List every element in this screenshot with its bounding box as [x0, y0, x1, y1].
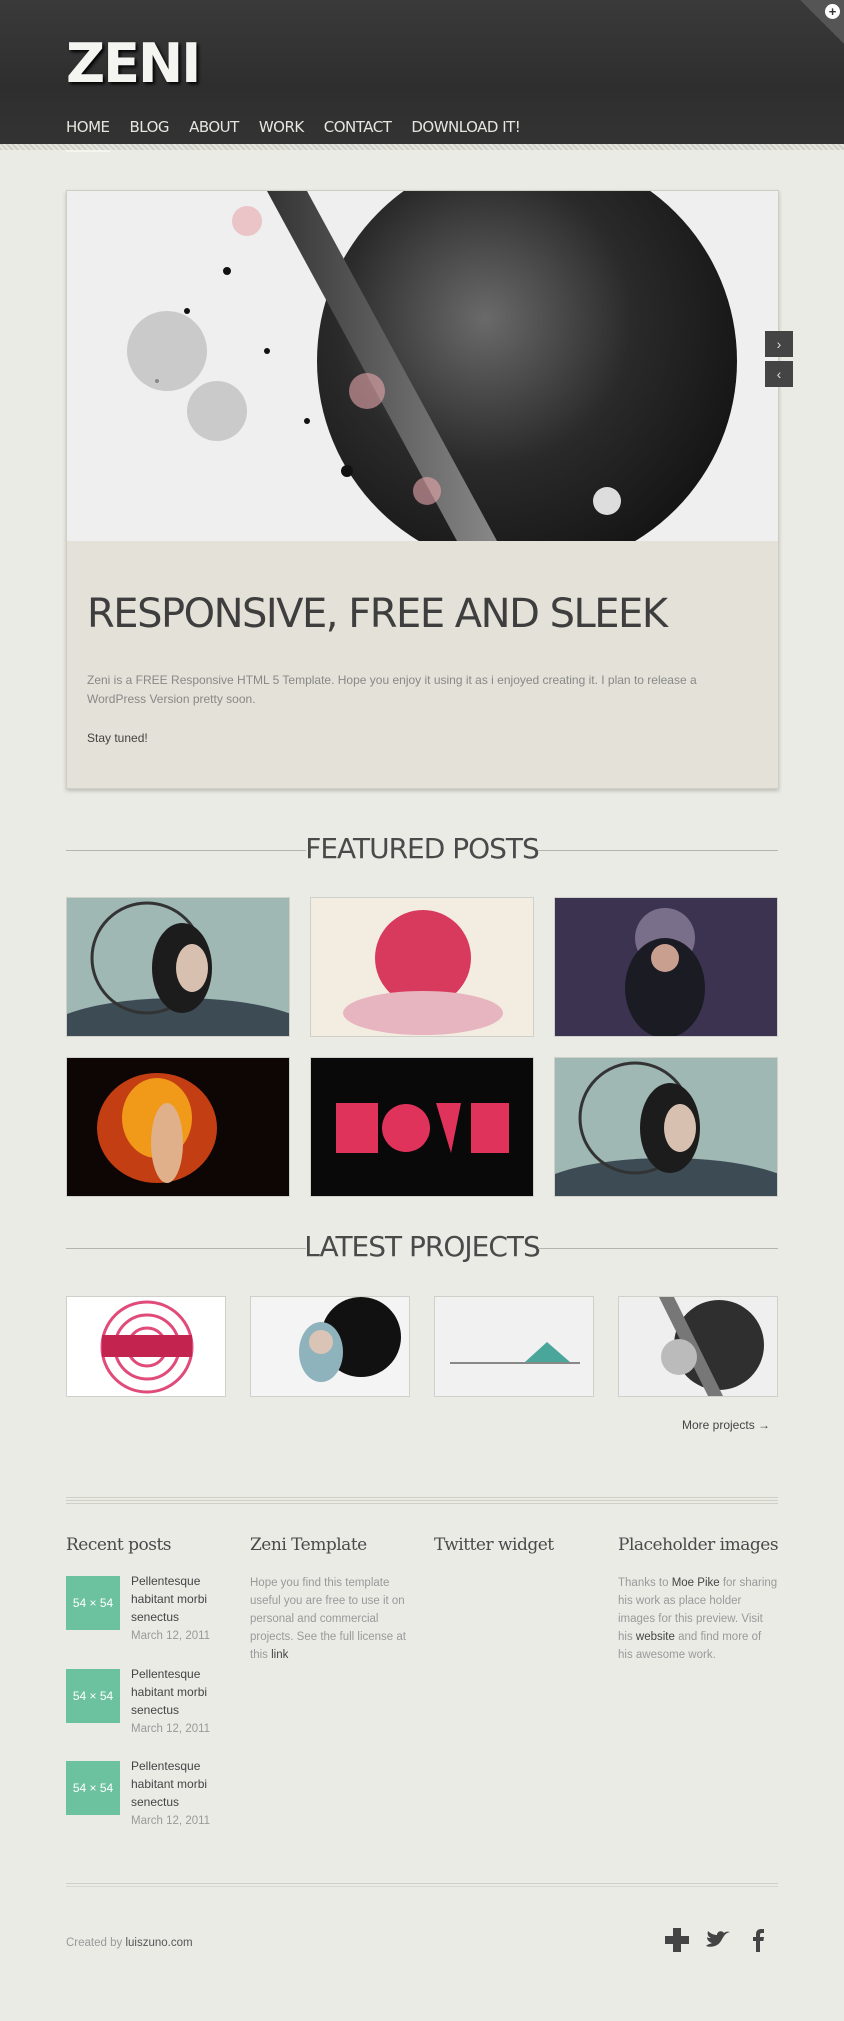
projects-heading: LATEST PROJECTS: [66, 1228, 778, 1268]
project-thumb[interactable]: [434, 1296, 594, 1397]
project-thumb[interactable]: [618, 1296, 778, 1397]
hero-tagline: Stay tuned!: [87, 731, 148, 745]
twitter-bird-icon[interactable]: [704, 1926, 732, 1954]
footer-divider-line: [66, 1886, 778, 1887]
featured-thumb[interactable]: [66, 1057, 290, 1197]
post-date: March 12, 2011: [131, 1815, 211, 1827]
main-nav: HOME BLOG ABOUT WORK CONTACT DOWNLOAD IT…: [66, 118, 521, 152]
featured-heading: FEATURED POSTS: [66, 830, 778, 870]
recent-posts-title: Recent posts: [66, 1535, 172, 1555]
post-title-link[interactable]: Pellentesque habitant morbi senectus: [131, 1665, 221, 1719]
hero-title: RESPONSIVE, FREE AND SLEEK: [87, 591, 668, 637]
featured-thumb[interactable]: [66, 897, 290, 1037]
featured-thumb[interactable]: [554, 1057, 778, 1197]
post-date: March 12, 2011: [131, 1723, 211, 1735]
zeni-template-title: Zeni Template: [250, 1535, 367, 1555]
slider-prev-button[interactable]: ‹: [765, 361, 793, 387]
featured-thumb[interactable]: [310, 897, 534, 1037]
project-thumb[interactable]: [66, 1296, 226, 1397]
featured-title: FEATURED POSTS: [305, 832, 540, 865]
template-description: Hope you find this template useful you a…: [250, 1574, 410, 1664]
chevron-right-icon: ›: [776, 336, 782, 352]
hero-image: [67, 191, 778, 541]
post-thumbnail[interactable]: 54 × 54: [66, 1669, 120, 1723]
plus-icon[interactable]: [663, 1926, 691, 1954]
placeholder-images-title: Placeholder images: [618, 1535, 779, 1555]
license-link[interactable]: link: [271, 1649, 288, 1661]
hero-text: Zeni is a FREE Responsive HTML 5 Templat…: [87, 673, 697, 706]
project-thumb[interactable]: [250, 1296, 410, 1397]
twitter-widget-title: Twitter widget: [434, 1535, 554, 1555]
facebook-icon[interactable]: [744, 1926, 772, 1954]
nav-download[interactable]: DOWNLOAD IT!: [411, 118, 520, 136]
post-title-link[interactable]: Pellentesque habitant morbi senectus: [131, 1572, 221, 1626]
more-projects-link[interactable]: More projects →: [682, 1418, 770, 1432]
website-link[interactable]: website: [636, 1631, 675, 1643]
nav-blog[interactable]: BLOG: [130, 118, 170, 136]
projects-title: LATEST PROJECTS: [304, 1230, 541, 1263]
footer-divider: [66, 1495, 778, 1504]
post-title-link[interactable]: Pellentesque habitant morbi senectus: [131, 1757, 221, 1811]
placeholder-text-pre: Thanks to: [618, 1577, 669, 1589]
site-header: ZENI HOME BLOG ABOUT WORK CONTACT DOWNLO…: [0, 0, 844, 152]
placeholder-description: Thanks to Moe Pike for sharing his work …: [618, 1574, 778, 1664]
post-thumbnail[interactable]: 54 × 54: [66, 1761, 120, 1815]
author-link[interactable]: Moe Pike: [672, 1577, 720, 1589]
post-thumbnail[interactable]: 54 × 54: [66, 1576, 120, 1630]
slider-next-button[interactable]: ›: [765, 331, 793, 357]
created-by-label: Created by: [66, 1937, 123, 1949]
site-logo[interactable]: ZENI: [66, 32, 201, 95]
nav-home[interactable]: HOME: [66, 118, 110, 152]
hero-slider: RESPONSIVE, FREE AND SLEEK Zeni is a FRE…: [66, 190, 779, 789]
featured-thumb[interactable]: [310, 1057, 534, 1197]
corner-ribbon[interactable]: +: [800, 0, 844, 44]
footer-credit: Created by luiszuno.com: [66, 1937, 193, 1949]
plus-circle-icon[interactable]: +: [825, 4, 840, 19]
chevron-left-icon: ‹: [776, 366, 782, 382]
nav-work[interactable]: WORK: [259, 118, 304, 136]
nav-contact[interactable]: CONTACT: [324, 118, 392, 136]
featured-thumb[interactable]: [554, 897, 778, 1037]
nav-about[interactable]: ABOUT: [189, 118, 239, 136]
author-site-link[interactable]: luiszuno.com: [125, 1937, 192, 1949]
post-date: March 12, 2011: [131, 1630, 211, 1642]
footer-divider-line: [66, 1883, 778, 1884]
